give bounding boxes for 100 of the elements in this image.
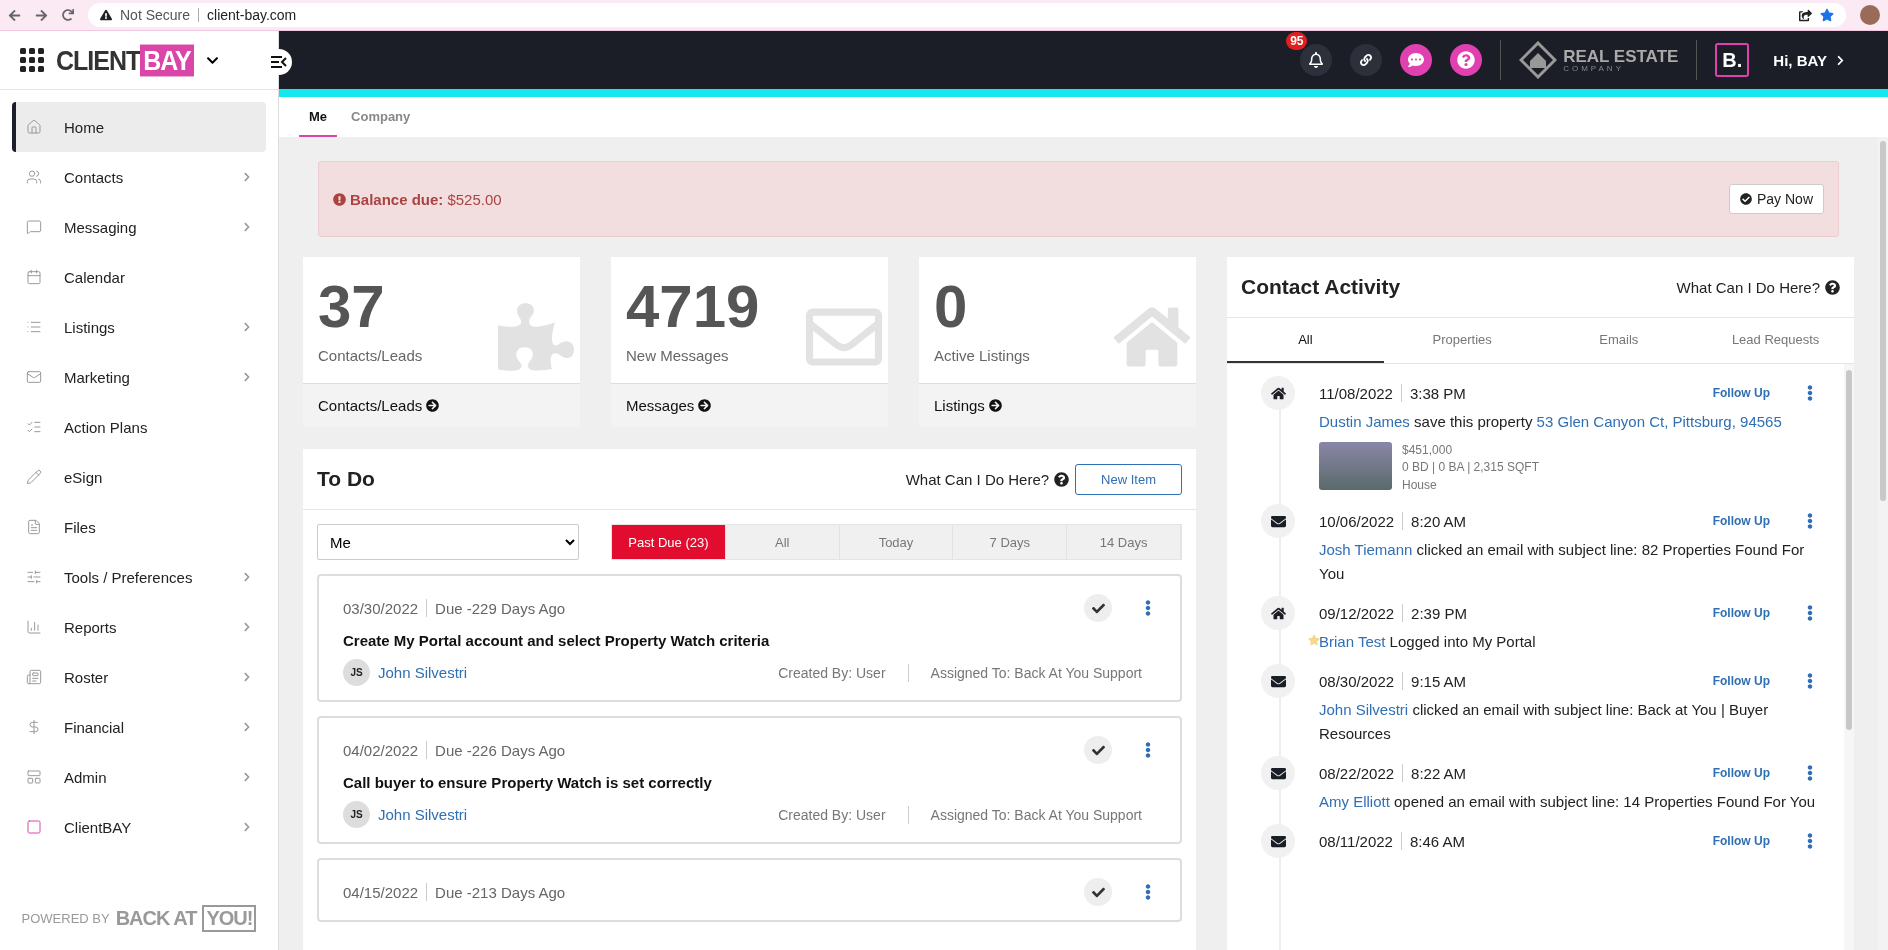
due-text: Due -213 Days Ago xyxy=(435,883,566,901)
activity-tab[interactable]: Properties xyxy=(1383,318,1541,363)
account-button[interactable]: Hi, BAY xyxy=(1767,50,1852,70)
stat-link[interactable]: Contacts/Leads xyxy=(303,384,580,427)
sidebar-item[interactable]: Admin xyxy=(12,752,266,802)
follow-up-button[interactable]: Follow Up xyxy=(1712,606,1770,621)
property-link[interactable]: 53 Glen Canyon Ct, Pittsburg, 94565 xyxy=(1536,413,1782,430)
activity-date: 08/11/2022 xyxy=(1319,832,1393,850)
sidebar-item[interactable]: Files xyxy=(12,502,266,552)
stat-value: 37 xyxy=(318,277,386,337)
contact-link[interactable]: John Silvestri xyxy=(378,664,468,681)
bar-chart-icon xyxy=(26,619,42,635)
contact-link[interactable]: Amy Elliott xyxy=(1319,793,1390,811)
stat-link[interactable]: Messages xyxy=(611,384,888,427)
layout-icon xyxy=(26,769,42,785)
bell-icon xyxy=(1308,52,1325,68)
complete-button[interactable] xyxy=(1084,736,1112,764)
contact-link[interactable]: Dustin James xyxy=(1319,413,1410,430)
contact-initials: JS xyxy=(343,801,370,828)
stat-value: 4719 xyxy=(626,277,761,337)
sidebar-item[interactable]: Reports xyxy=(12,602,266,652)
activity-tab[interactable]: Lead Requests xyxy=(1697,318,1854,363)
roster-icon xyxy=(26,669,42,685)
sidebar-item[interactable]: Contacts xyxy=(12,152,266,202)
contact-link[interactable]: John Silvestri xyxy=(1319,701,1409,719)
app-grid-icon[interactable] xyxy=(20,48,44,72)
sidebar-item[interactable]: Listings xyxy=(12,302,266,352)
forward-icon[interactable] xyxy=(35,8,48,22)
footer-brand: BACK AT xyxy=(115,906,197,930)
activity-tab[interactable]: All xyxy=(1227,318,1384,363)
contact-link[interactable]: John Silvestri xyxy=(378,806,468,823)
listing-specs: 0 BD | 0 BA | 2,315 SQFT xyxy=(1402,459,1539,477)
filter-tab[interactable]: Past Due (23) xyxy=(612,525,726,559)
notification-count: 95 xyxy=(1286,32,1308,50)
url-text: client-bay.com xyxy=(207,7,297,23)
bookmark-star-icon[interactable] xyxy=(1820,8,1834,22)
filter-tab[interactable]: All xyxy=(725,525,840,559)
sidebar-item[interactable]: Financial xyxy=(12,702,266,752)
back-icon[interactable] xyxy=(8,8,21,22)
follow-up-button[interactable]: Follow Up xyxy=(1712,674,1770,689)
diamond-house-icon xyxy=(1519,41,1558,79)
filter-tab[interactable]: 14 Days xyxy=(1067,525,1181,559)
sidebar-item[interactable]: Roster xyxy=(12,652,266,702)
profile-avatar[interactable] xyxy=(1860,5,1880,25)
help-icon xyxy=(1825,279,1840,295)
activity-time: 8:46 AM xyxy=(1409,832,1465,850)
sidebar-item[interactable]: Tools / Preferences xyxy=(12,552,266,602)
scope-tab[interactable]: Me xyxy=(299,97,338,137)
help-link[interactable]: What Can I Do Here? xyxy=(905,470,1070,488)
sidebar-item[interactable]: ClientBAY xyxy=(12,802,266,852)
sidebar-item[interactable]: Home xyxy=(12,102,266,152)
chat-button[interactable] xyxy=(1400,44,1433,76)
follow-up-button[interactable]: Follow Up xyxy=(1712,386,1770,400)
help-icon xyxy=(1457,51,1476,69)
address-bar[interactable]: Not Secure client-bay.com xyxy=(88,3,1846,27)
new-item-button[interactable]: New Item xyxy=(1075,463,1182,495)
footer-brand-box: YOU! xyxy=(202,904,257,932)
scope-tab[interactable]: Company xyxy=(341,97,421,137)
checkmark-icon xyxy=(1091,885,1105,899)
pencil-icon xyxy=(26,469,42,485)
help-button[interactable] xyxy=(1450,44,1483,76)
notifications-button[interactable] xyxy=(1300,44,1333,76)
follow-up-button[interactable]: Follow Up xyxy=(1712,514,1770,529)
todo-date: 04/02/2022 xyxy=(343,741,419,759)
share-icon[interactable] xyxy=(1799,8,1812,22)
envelope-icon xyxy=(26,369,42,385)
follow-up-button[interactable]: Follow Up xyxy=(1712,834,1770,849)
warning-icon xyxy=(100,9,112,21)
sidebar-item[interactable]: Action Plans xyxy=(12,402,266,452)
assignee-select[interactable]: Me xyxy=(317,524,579,560)
activity-description: Dustin James save this property 53 Glen Canyon Ct, Pittsburg, 94565 xyxy=(1319,412,1783,432)
sidebar-item[interactable]: Marketing xyxy=(12,352,266,402)
complete-button[interactable] xyxy=(1084,594,1112,622)
checkmark-icon xyxy=(1091,743,1105,757)
complete-button[interactable] xyxy=(1084,878,1112,906)
listing-price: $451,000 xyxy=(1402,442,1454,459)
due-text: Due -226 Days Ago xyxy=(435,741,566,759)
filter-tab[interactable]: 7 Days xyxy=(953,525,1068,559)
calendar-icon xyxy=(26,269,42,285)
activity-tab[interactable]: Emails xyxy=(1540,318,1698,363)
brand-logo: CLIENTBAY xyxy=(56,44,194,76)
sidebar-item[interactable]: Messaging xyxy=(12,202,266,252)
assigned-to-text: Assigned To: Back At You Support xyxy=(929,664,1143,681)
stat-link[interactable]: Listings xyxy=(919,384,1196,427)
reload-icon[interactable] xyxy=(62,9,74,21)
activity-time: 2:39 PM xyxy=(1411,604,1467,622)
scrollbar[interactable] xyxy=(1844,364,1854,950)
filter-tab[interactable]: Today xyxy=(839,525,954,559)
activity-description: Amy Elliott opened an email with subject line: 14 Properties Found For You xyxy=(1319,792,1817,813)
contact-link[interactable]: Brian Test xyxy=(1319,633,1386,651)
contact-link[interactable]: Josh Tiemann xyxy=(1319,541,1413,559)
follow-up-button[interactable]: Follow Up xyxy=(1712,766,1770,781)
help-link[interactable]: What Can I Do Here? xyxy=(1676,278,1840,296)
link-button[interactable] xyxy=(1350,44,1383,76)
page-scrollbar[interactable] xyxy=(1878,137,1888,950)
sidebar-item[interactable]: Calendar xyxy=(12,252,266,302)
stat-caption: Active Listings xyxy=(934,347,1031,364)
checkmark-icon xyxy=(1091,601,1105,615)
sidebar-item[interactable]: eSign xyxy=(12,452,266,502)
pay-now-button[interactable]: Pay Now xyxy=(1728,184,1824,214)
